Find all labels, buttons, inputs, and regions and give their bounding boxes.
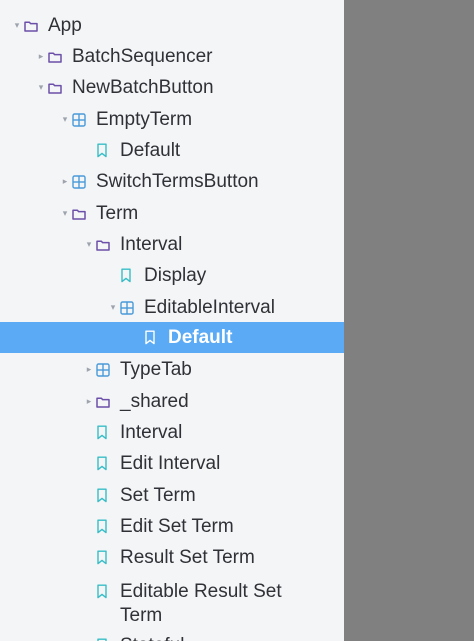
caret-right-icon[interactable]: ▸ <box>82 397 96 406</box>
tree-item-label: BatchSequencer <box>72 45 213 67</box>
tree-item[interactable]: ▸ SwitchTermsButton <box>0 166 344 197</box>
bookmark-icon <box>96 456 120 471</box>
tree-item[interactable]: ▸ TypeTab <box>0 354 344 385</box>
caret-down-icon[interactable]: ▾ <box>106 303 120 312</box>
story-tree-sidebar: ▾ App ▸ BatchSequencer ▾ NewBatchButton ▾ Empty… <box>0 0 344 641</box>
bookmark-icon <box>96 143 120 158</box>
tree-item[interactable]: ▸ BatchSequencer <box>0 41 344 72</box>
component-icon <box>120 300 144 315</box>
folder-icon <box>96 239 120 251</box>
tree-item-label: EditableInterval <box>144 296 275 318</box>
bookmark-icon <box>96 425 120 440</box>
caret-down-icon[interactable]: ▾ <box>34 83 48 92</box>
caret-down-icon[interactable]: ▾ <box>10 21 24 30</box>
tree-item[interactable]: Edit Set Term <box>0 511 344 542</box>
tree-item[interactable]: ▸ _shared <box>0 386 344 417</box>
tree-item[interactable]: ▾ Interval <box>0 229 344 260</box>
tree-item-label: Term <box>96 202 139 224</box>
preview-pane <box>344 0 474 641</box>
tree-item[interactable]: Stateful <box>0 630 344 641</box>
component-icon <box>72 112 96 127</box>
tree-item-label: Default <box>120 139 181 161</box>
tree-item[interactable]: ▾ Term <box>0 198 344 229</box>
tree-item[interactable]: Interval <box>0 417 344 448</box>
tree-item[interactable]: Set Term <box>0 480 344 511</box>
tree-item-label: TypeTab <box>120 358 192 380</box>
tree-item-label: Result Set Term <box>120 546 255 568</box>
folder-icon <box>96 396 120 408</box>
tree-item-label: Display <box>144 264 207 286</box>
tree-item-label: Interval <box>120 421 183 443</box>
tree-item[interactable]: ▾ NewBatchButton <box>0 72 344 103</box>
tree-item-label: App <box>48 14 82 36</box>
folder-icon <box>48 82 72 94</box>
folder-icon <box>72 208 96 220</box>
tree-item-label: Set Term <box>120 484 196 506</box>
caret-right-icon[interactable]: ▸ <box>34 52 48 61</box>
bookmark-icon <box>144 330 168 345</box>
bookmark-icon <box>96 584 120 599</box>
tree-item-label: EmptyTerm <box>96 108 193 130</box>
tree-item-label: Stateful <box>120 634 184 641</box>
folder-icon <box>48 51 72 63</box>
component-icon <box>96 362 120 377</box>
component-icon <box>72 174 96 189</box>
folder-icon <box>24 20 48 32</box>
tree-item-label: Edit Set Term <box>120 515 234 537</box>
bookmark-icon <box>96 488 120 503</box>
tree-item[interactable]: Editable Result Set Term <box>0 574 344 630</box>
caret-down-icon[interactable]: ▾ <box>82 240 96 249</box>
tree-item-label: NewBatchButton <box>72 76 214 98</box>
tree-item-label: Default <box>168 326 233 348</box>
caret-down-icon[interactable]: ▾ <box>58 115 72 124</box>
caret-down-icon[interactable]: ▾ <box>58 209 72 218</box>
tree-item[interactable]: ▾ EditableInterval <box>0 292 344 323</box>
tree-item-label: _shared <box>120 390 189 412</box>
tree-item-label: Interval <box>120 233 183 255</box>
tree-item[interactable]: Edit Interval <box>0 448 344 479</box>
tree-item[interactable]: Default <box>0 135 344 166</box>
caret-right-icon[interactable]: ▸ <box>82 365 96 374</box>
bookmark-icon <box>120 268 144 283</box>
tree-item[interactable]: Result Set Term <box>0 542 344 573</box>
bookmark-icon <box>96 519 120 534</box>
tree-item-label: SwitchTermsButton <box>96 170 259 192</box>
tree-item[interactable]: ▾ App <box>0 10 344 41</box>
tree-item[interactable]: Default <box>0 322 344 353</box>
tree-item-label: Edit Interval <box>120 452 221 474</box>
caret-right-icon[interactable]: ▸ <box>58 177 72 186</box>
tree-item-label: Editable Result Set Term <box>120 581 282 626</box>
tree-item[interactable]: ▾ EmptyTerm <box>0 104 344 135</box>
bookmark-icon <box>96 550 120 565</box>
tree-item[interactable]: Display <box>0 260 344 291</box>
